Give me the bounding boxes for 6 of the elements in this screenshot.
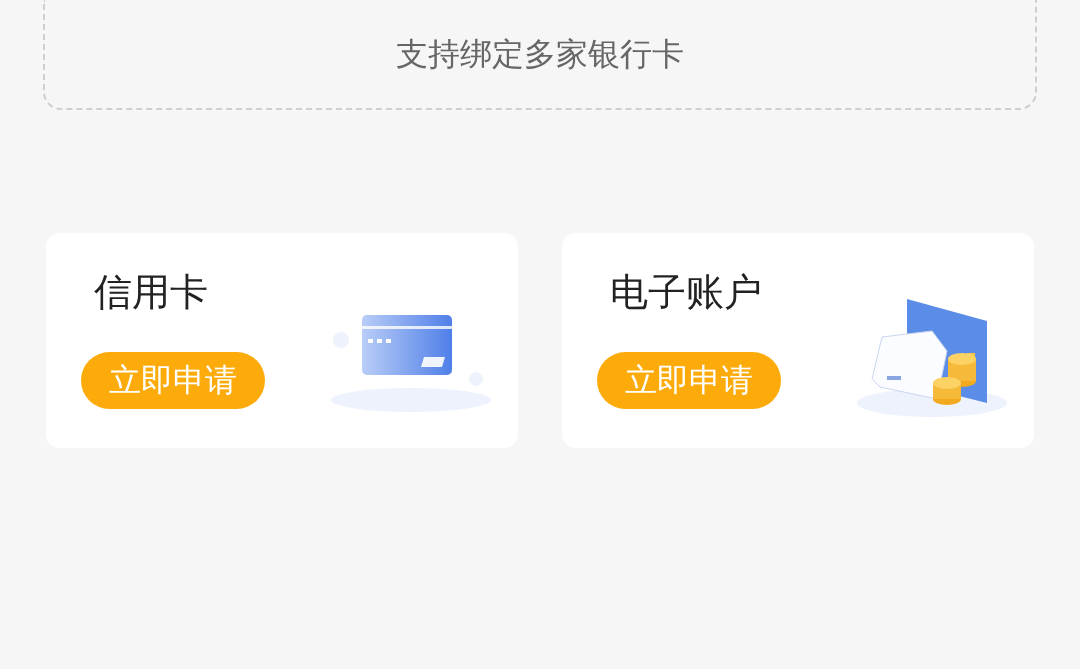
product-card[interactable]: 信用卡 立即申请 [46,233,518,448]
product-title: 信用卡 [94,270,208,314]
product-card[interactable]: 电子账户 立即申请 [562,233,1034,448]
bind-card-subtitle: 支持绑定多家银行卡 [396,34,684,74]
product-title: 电子账户 [610,270,762,314]
bind-card-panel[interactable]: 支持绑定多家银行卡 [43,0,1037,110]
